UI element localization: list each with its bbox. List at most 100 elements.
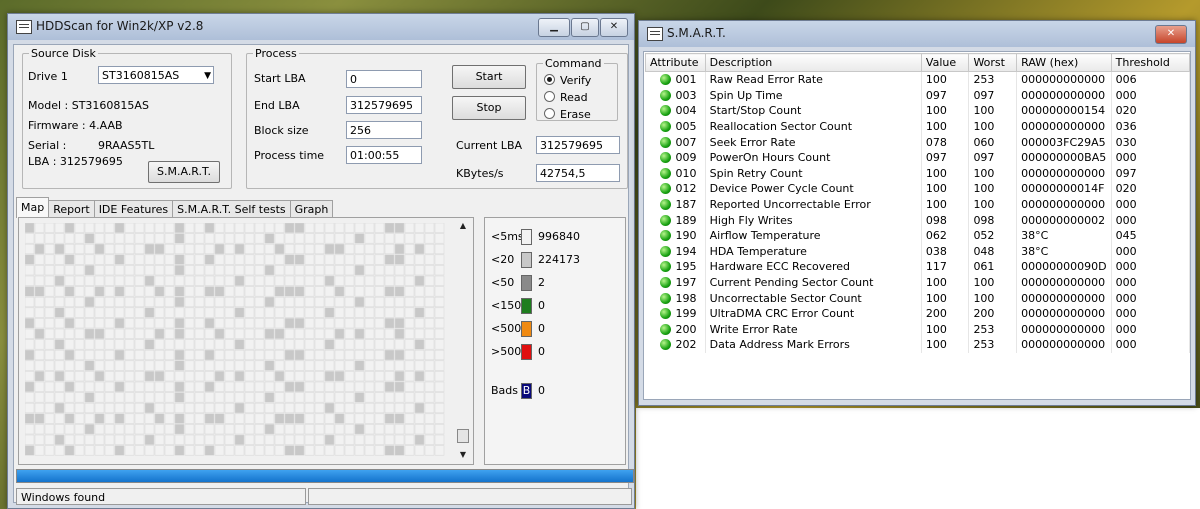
map-block-cell	[404, 243, 415, 255]
table-row[interactable]: 199 UltraDMA CRC Error Count 200 200 0000000…	[645, 305, 1191, 322]
table-row[interactable]: 202 Data Address Mark Errors 100 253 0000000…	[645, 337, 1191, 353]
map-block-cell	[164, 371, 175, 382]
table-row[interactable]: 190 Airflow Temperature 062 052 38°C 045	[645, 227, 1191, 244]
process-legend: Process	[255, 47, 297, 60]
col-raw-hex[interactable]: RAW (hex)	[1016, 53, 1112, 72]
map-block-cell	[374, 223, 385, 233]
map-block-cell	[334, 434, 345, 445]
map-block-cell	[184, 349, 195, 361]
table-row[interactable]: 200 Write Error Rate 100 253 000000000000 000	[645, 321, 1191, 338]
scroll-up-icon[interactable]: ▲	[456, 221, 470, 230]
col-value[interactable]: Value	[920, 53, 970, 72]
scroll-thumb[interactable]	[457, 429, 469, 443]
minimize-button[interactable]: ▁	[538, 18, 570, 37]
drive-select[interactable]: ST3160815AS ▼	[98, 66, 214, 84]
map-block-cell	[404, 223, 415, 233]
map-block-cell	[344, 307, 355, 318]
map-scrollbar[interactable]: ▲ ▼	[456, 221, 470, 459]
end-lba-input[interactable]: 312579695	[346, 96, 422, 114]
map-block-cell	[114, 339, 125, 350]
col-attribute[interactable]: Attribute	[645, 53, 706, 72]
maximize-button[interactable]: ▢	[571, 18, 599, 37]
table-row[interactable]: 001 Raw Read Error Rate 100 253 000000000000…	[645, 71, 1191, 88]
map-block-cell	[234, 371, 245, 382]
table-row[interactable]: 198 Uncorrectable Sector Count 100 100 00000…	[645, 290, 1191, 306]
radio-erase[interactable]: Erase	[544, 108, 591, 121]
map-block-cell	[324, 328, 335, 339]
map-block-cell	[354, 296, 365, 308]
map-block-cell	[414, 349, 425, 361]
map-block-cell	[384, 265, 395, 276]
map-block-cell	[404, 392, 415, 403]
map-block-cell	[204, 402, 215, 414]
tab-report[interactable]: Report	[48, 200, 95, 218]
radio-empty-icon[interactable]	[544, 91, 555, 102]
map-block-cell	[254, 392, 265, 403]
tab-smart-self-tests[interactable]: S.M.A.R.T. Self tests	[172, 200, 291, 218]
smart-button[interactable]: S.M.A.R.T.	[148, 161, 220, 183]
map-block-cell	[374, 307, 385, 318]
radio-empty-icon[interactable]	[544, 108, 555, 119]
map-block-cell	[184, 296, 195, 308]
map-block-cell	[334, 243, 345, 255]
legend-swatch	[521, 229, 532, 245]
map-block-cell	[294, 275, 305, 286]
table-row[interactable]: 012 Device Power Cycle Count 100 100 0000000…	[645, 181, 1191, 197]
value-cell: 097	[921, 87, 970, 104]
map-block-cell	[174, 328, 185, 339]
map-block-cell	[154, 318, 165, 329]
map-block-cell	[124, 392, 135, 403]
table-row[interactable]: 187 Reported Uncorrectable Error 100 100 000…	[645, 196, 1191, 213]
value-cell: 100	[921, 321, 970, 338]
process-time-field: 01:00:55	[346, 146, 422, 164]
hddscan-titlebar[interactable]: HDDScan for Win2k/XP v2.8 ▁ ▢ ✕	[8, 14, 634, 40]
map-block-cell	[204, 424, 215, 435]
chevron-down-icon[interactable]: ▼	[204, 67, 211, 85]
table-row[interactable]: 189 High Fly Writes 098 098 000000000002 000	[645, 212, 1191, 228]
smart-table: Attribute Description Value Worst RAW (h…	[645, 53, 1191, 353]
table-row[interactable]: 003 Spin Up Time 097 097 000000000000 000	[645, 87, 1191, 104]
radio-verify-label: Verify	[560, 74, 592, 87]
map-block-cell	[384, 296, 395, 308]
col-worst[interactable]: Worst	[968, 53, 1018, 72]
tab-graph[interactable]: Graph	[289, 200, 334, 218]
col-description[interactable]: Description	[704, 53, 922, 72]
start-button[interactable]: Start	[452, 65, 526, 89]
map-block-cell	[264, 233, 275, 244]
col-threshold[interactable]: Threshold	[1110, 53, 1191, 72]
table-row[interactable]: 005 Reallocation Sector Count 100 100 000000…	[645, 118, 1191, 135]
table-row[interactable]: 004 Start/Stop Count 100 100 000000000154 020	[645, 103, 1191, 119]
worst-cell: 100	[968, 181, 1018, 197]
map-block-cell	[284, 265, 295, 276]
table-row[interactable]: 009 PowerOn Hours Count 097 097 000000000BA5…	[645, 149, 1191, 166]
stop-button[interactable]: Stop	[452, 96, 526, 120]
scroll-down-icon[interactable]: ▼	[456, 450, 470, 459]
map-block-cell	[134, 254, 145, 265]
table-row[interactable]: 195 Hardware ECC Recovered 117 061 000000000…	[645, 259, 1191, 275]
map-block-cell	[104, 307, 115, 318]
map-block-cell	[314, 328, 325, 339]
block-size-input[interactable]: 256	[346, 121, 422, 139]
map-block-cell	[94, 318, 105, 329]
table-row[interactable]: 194 HDA Temperature 038 048 38°C 000	[645, 243, 1191, 260]
map-block-cell	[244, 424, 255, 435]
table-row[interactable]: 010 Spin Retry Count 100 100 000000000000 097	[645, 165, 1191, 182]
smart-close-button[interactable]: ✕	[1155, 25, 1187, 44]
smart-titlebar[interactable]: S.M.A.R.T. ✕	[639, 21, 1195, 47]
radio-verify[interactable]: Verify	[544, 74, 591, 87]
map-block-cell	[344, 339, 355, 350]
map-block-cell	[64, 328, 75, 339]
map-block-cell	[94, 243, 105, 255]
map-block-cell	[414, 286, 425, 297]
table-row[interactable]: 197 Current Pending Sector Count 100 100 000…	[645, 274, 1191, 291]
tab-ide-features[interactable]: IDE Features	[93, 200, 174, 218]
close-button[interactable]: ✕	[600, 18, 628, 37]
radio-selected-icon[interactable]	[544, 74, 555, 85]
map-block-cell	[44, 434, 55, 445]
table-row[interactable]: 007 Seek Error Rate 078 060 000003FC29A5 030	[645, 134, 1191, 150]
tab-map[interactable]: Map	[16, 197, 50, 218]
map-block-cell	[334, 307, 345, 318]
legend-row: <20 224173	[491, 251, 580, 269]
start-lba-input[interactable]: 0	[346, 70, 422, 88]
radio-read[interactable]: Read	[544, 91, 588, 104]
